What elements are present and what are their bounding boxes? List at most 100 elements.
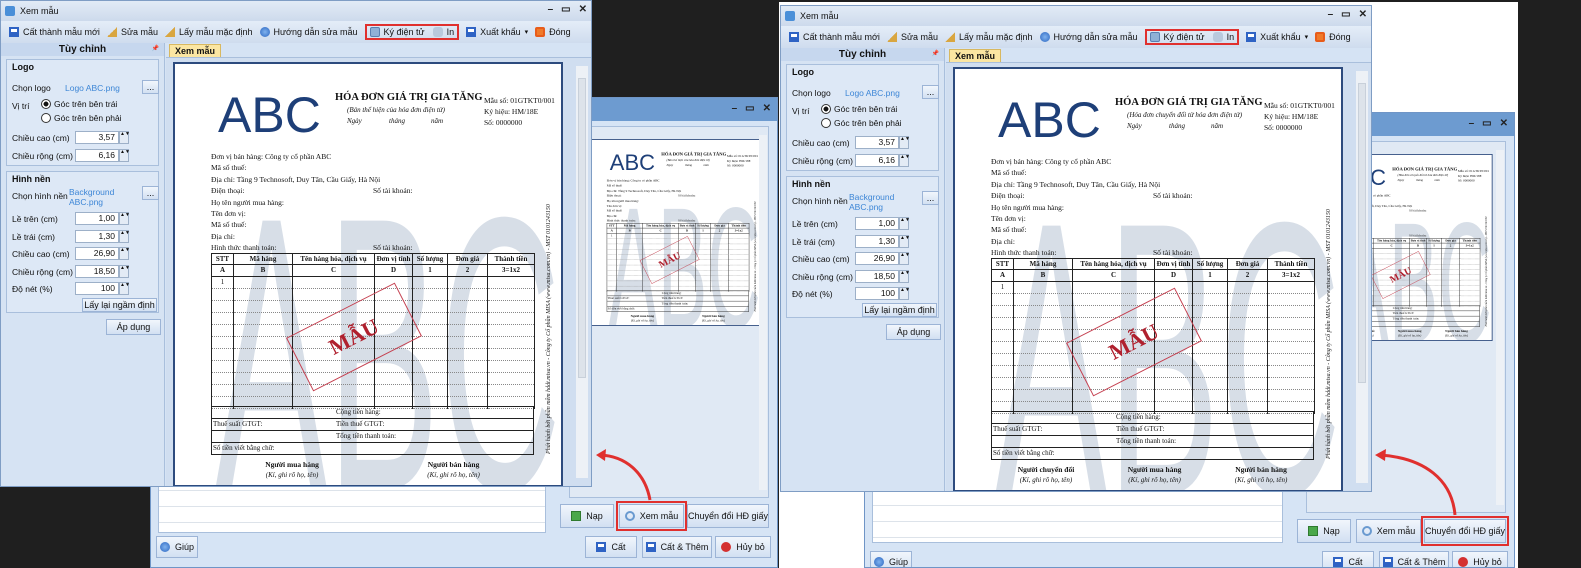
reset-default-button[interactable]: Lấy lại ngầm định — [82, 298, 157, 312]
logo-height-spinner[interactable]: ▲▼ — [899, 136, 910, 149]
vertical-scrollbar[interactable] — [576, 66, 588, 478]
toolbar-print-button[interactable]: In — [1212, 32, 1234, 42]
background-field-spinner[interactable]: ▲▼ — [119, 229, 130, 243]
toolbar-edit-button[interactable]: Sửa mẫu — [886, 32, 938, 42]
logo-width-input[interactable]: 6,16 — [855, 154, 899, 167]
toolbar-close-button[interactable]: Đóng — [535, 27, 571, 37]
background-field-spinner[interactable]: ▲▼ — [119, 264, 130, 278]
toolbar-save-new-button[interactable]: Cất thành mẫu mới — [9, 27, 100, 37]
background-field-input[interactable]: 100 — [75, 282, 119, 295]
background-field-input[interactable]: 1,30 — [75, 229, 119, 243]
close-button[interactable]: ✕ — [1500, 118, 1508, 129]
vertical-scrollbar[interactable] — [1356, 71, 1368, 483]
maximize-button[interactable]: ▭ — [1341, 9, 1350, 20]
save-add-button[interactable]: Cất & Thêm — [642, 536, 712, 558]
column-header: STT — [991, 258, 1014, 270]
preview-scrollbar[interactable] — [759, 135, 767, 490]
background-field-input[interactable]: 100 — [855, 287, 899, 300]
toolbar-sign-button[interactable]: Ký điện tử — [1149, 32, 1205, 42]
tab-preview[interactable]: Xem mẫu — [949, 49, 1002, 63]
scrollbar-thumb[interactable] — [578, 78, 586, 378]
toolbar-print-button[interactable]: In — [432, 27, 454, 37]
minimize-button[interactable]: – — [548, 4, 554, 15]
help-button[interactable]: Giúp — [870, 551, 912, 567]
background-file-link[interactable]: Background ABC.png — [69, 187, 129, 207]
minimize-button[interactable]: – — [1328, 9, 1334, 20]
close-button[interactable]: ✕ — [579, 4, 587, 15]
signature-title: Người mua hàng — [630, 314, 655, 319]
close-button[interactable]: ✕ — [763, 103, 771, 114]
logo-file-link[interactable]: Logo ABC.png — [65, 83, 120, 93]
background-field-spinner[interactable]: ▲▼ — [119, 282, 130, 295]
close-button[interactable]: ✕ — [1359, 9, 1367, 20]
background-field-spinner[interactable]: ▲▼ — [899, 234, 910, 248]
toolbar-export-button[interactable]: Xuất khẩu ▾ — [466, 27, 528, 37]
save-add-button[interactable]: Cất & Thêm — [1379, 551, 1449, 567]
background-field-spinner[interactable]: ▲▼ — [899, 287, 910, 300]
position-radio[interactable]: Góc trên bên phải — [821, 118, 902, 128]
background-field-label: Chiều rộng (cm) — [792, 271, 853, 282]
background-field-spinner[interactable]: ▲▼ — [899, 252, 910, 265]
save-button[interactable]: Cất — [585, 536, 637, 558]
logo-height-input[interactable]: 3,57 — [855, 136, 899, 149]
pin-icon[interactable]: 📌 — [932, 48, 939, 61]
logo-width-spinner[interactable]: ▲▼ — [899, 154, 910, 167]
toolbar-close-button[interactable]: Đóng — [1315, 32, 1351, 42]
preview-button[interactable]: Xem mẫu — [1356, 519, 1421, 543]
table-cell — [1192, 305, 1228, 318]
position-radio[interactable]: Góc trên bên phải — [41, 113, 122, 123]
maximize-button[interactable]: ▭ — [745, 103, 754, 114]
background-field-input[interactable]: 1,00 — [855, 217, 899, 230]
load-button[interactable]: Nạp — [1297, 519, 1351, 543]
tab-preview[interactable]: Xem mẫu — [169, 44, 222, 58]
maximize-button[interactable]: ▭ — [561, 4, 570, 15]
position-radio[interactable]: Góc trên bên trái — [821, 104, 897, 114]
load-button[interactable]: Nạp — [560, 504, 614, 528]
logo-height-spinner[interactable]: ▲▼ — [119, 131, 130, 144]
logo-width-input[interactable]: 6,16 — [75, 149, 119, 162]
cancel-button[interactable]: Hủy bỏ — [715, 536, 771, 558]
toolbar-edit-button[interactable]: Sửa mẫu — [106, 27, 158, 37]
save-button[interactable]: Cất — [1322, 551, 1374, 567]
toolbar-export-button[interactable]: Xuất khẩu ▾ — [1246, 32, 1308, 42]
help-button[interactable]: Giúp — [156, 536, 198, 558]
background-field-spinner[interactable]: ▲▼ — [119, 212, 130, 225]
maximize-button[interactable]: ▭ — [1482, 118, 1491, 129]
background-field-input[interactable]: 18,50 — [75, 264, 119, 278]
cancel-button[interactable]: Hủy bỏ — [1452, 551, 1508, 567]
preview-button[interactable]: Xem mẫu — [616, 501, 687, 531]
background-field-spinner[interactable]: ▲▼ — [119, 247, 130, 260]
minimize-button[interactable]: – — [1469, 118, 1475, 129]
preview-scrollbar[interactable] — [1496, 150, 1504, 505]
reset-default-button[interactable]: Lấy lại ngầm định — [862, 303, 937, 317]
background-field-input[interactable]: 26,90 — [855, 252, 899, 265]
toolbar-guide-button[interactable]: Hướng dẫn sửa mẫu — [259, 27, 358, 37]
browse-logo-button[interactable]: ... — [922, 85, 939, 99]
background-field-input[interactable]: 26,90 — [75, 247, 119, 260]
position-radio[interactable]: Góc trên bên trái — [41, 99, 117, 109]
background-field-input[interactable]: 18,50 — [855, 269, 899, 283]
logo-file-link[interactable]: Logo ABC.png — [845, 88, 900, 98]
background-field-input[interactable]: 1,00 — [75, 212, 119, 225]
toolbar-save-new-button[interactable]: Cất thành mẫu mới — [789, 32, 880, 42]
convert-button[interactable]: Chuyển đổi HĐ giấy — [1421, 516, 1509, 546]
scrollbar-thumb[interactable] — [1358, 83, 1366, 383]
background-field-spinner[interactable]: ▲▼ — [899, 217, 910, 230]
convert-button[interactable]: Chuyển đổi HĐ giấy — [687, 504, 769, 528]
background-file-link[interactable]: Background ABC.png — [849, 192, 909, 212]
minimize-button[interactable]: – — [732, 103, 738, 114]
apply-button[interactable]: Áp dụng — [886, 324, 941, 340]
logo-height-input[interactable]: 3,57 — [75, 131, 119, 144]
background-field-input[interactable]: 1,30 — [855, 234, 899, 248]
toolbar-sign-button[interactable]: Ký điện tử — [369, 27, 425, 37]
background-field-spinner[interactable]: ▲▼ — [899, 269, 910, 283]
browse-background-button[interactable]: ... — [922, 191, 939, 205]
browse-logo-button[interactable]: ... — [142, 80, 159, 94]
apply-button[interactable]: Áp dụng — [106, 319, 161, 335]
logo-width-spinner[interactable]: ▲▼ — [119, 149, 130, 162]
pin-icon[interactable]: 📌 — [152, 43, 159, 56]
toolbar-default-button[interactable]: Lấy mẫu mặc định — [164, 27, 253, 37]
browse-background-button[interactable]: ... — [142, 186, 159, 200]
toolbar-default-button[interactable]: Lấy mẫu mặc định — [944, 32, 1033, 42]
toolbar-guide-button[interactable]: Hướng dẫn sửa mẫu — [1039, 32, 1138, 42]
